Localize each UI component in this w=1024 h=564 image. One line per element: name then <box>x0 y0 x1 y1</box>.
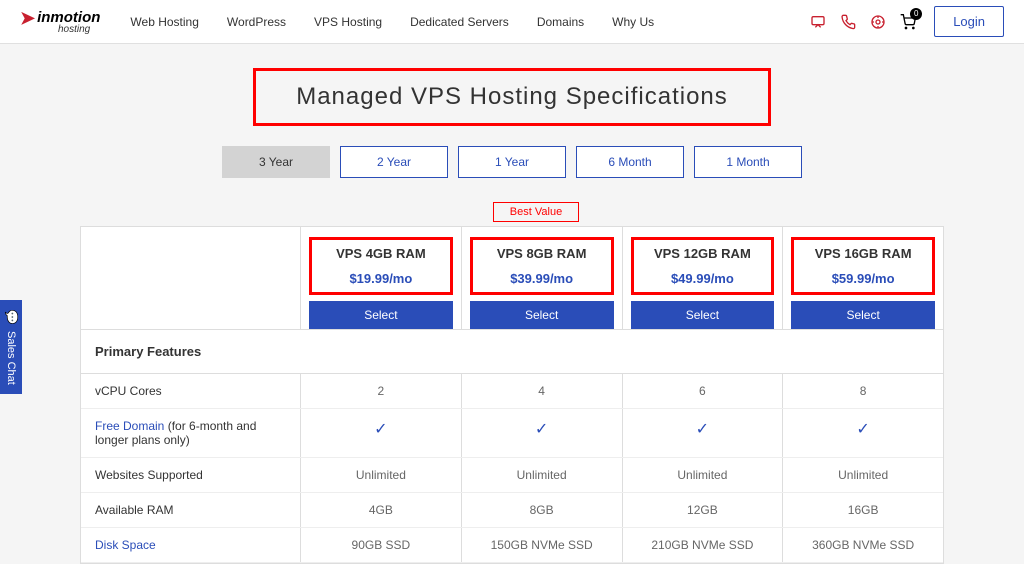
select-button-4gb[interactable]: Select <box>309 301 453 329</box>
cart-badge: 0 <box>910 8 922 20</box>
feature-label-vcpu: vCPU Cores <box>81 374 301 408</box>
check-icon: ✓ <box>856 421 869 438</box>
feature-value: ✓ <box>783 409 943 457</box>
feature-label-disk: Disk Space <box>81 528 301 562</box>
plan-box-12gb: VPS 12GB RAM $49.99/mo <box>631 237 775 295</box>
logo-main-text: inmotion <box>37 10 100 25</box>
feature-value: 16GB <box>783 493 943 527</box>
feature-value: ✓ <box>623 409 784 457</box>
check-icon: ✓ <box>374 421 387 438</box>
feature-row-vcpu: vCPU Cores 2 4 6 8 <box>81 374 943 409</box>
feature-value: 8GB <box>462 493 623 527</box>
logo[interactable]: ➤ inmotion hosting <box>20 9 100 35</box>
feature-value: 8 <box>783 374 943 408</box>
plan-label-spacer <box>81 227 301 329</box>
feature-value: Unlimited <box>301 458 462 492</box>
feature-value: Unlimited <box>783 458 943 492</box>
feature-value: Unlimited <box>623 458 784 492</box>
sales-chat-label: Sales Chat <box>5 331 17 385</box>
best-value-badge: Best Value <box>493 202 579 222</box>
page-title: Managed VPS Hosting Specifications <box>296 83 728 111</box>
term-tab-3year[interactable]: 3 Year <box>222 146 330 178</box>
term-tab-2year[interactable]: 2 Year <box>340 146 448 178</box>
feature-value: ✓ <box>462 409 623 457</box>
feature-value: ✓ <box>301 409 462 457</box>
phone-icon[interactable] <box>840 14 856 30</box>
free-domain-link[interactable]: Free Domain <box>95 419 164 433</box>
select-button-16gb[interactable]: Select <box>791 301 935 329</box>
plan-headers-row: VPS 4GB RAM $19.99/mo Select VPS 8GB RAM… <box>81 227 943 329</box>
plan-name-12gb: VPS 12GB RAM <box>644 246 762 261</box>
cart-icon[interactable]: 0 <box>900 14 916 30</box>
term-tab-6month[interactable]: 6 Month <box>576 146 684 178</box>
plan-price-4gb: $19.99/mo <box>322 271 440 286</box>
site-header: ➤ inmotion hosting Web Hosting WordPress… <box>0 0 1024 44</box>
best-value-row: Best Value <box>0 202 1024 222</box>
feature-value: 2 <box>301 374 462 408</box>
disk-space-link[interactable]: Disk Space <box>95 538 156 552</box>
plan-box-4gb: VPS 4GB RAM $19.99/mo <box>309 237 453 295</box>
plan-col-4gb: VPS 4GB RAM $19.99/mo Select <box>301 227 462 329</box>
feature-row-free-domain: Free Domain (for 6-month and longer plan… <box>81 409 943 458</box>
feature-row-ram: Available RAM 4GB 8GB 12GB 16GB <box>81 493 943 528</box>
chat-bubble-icon: 💬 <box>4 310 19 324</box>
plan-col-16gb: VPS 16GB RAM $59.99/mo Select <box>783 227 943 329</box>
logo-arrow-icon: ➤ <box>20 9 35 27</box>
check-icon: ✓ <box>535 421 548 438</box>
term-tab-1month[interactable]: 1 Month <box>694 146 802 178</box>
nav-why-us[interactable]: Why Us <box>612 15 654 29</box>
feature-value: 6 <box>623 374 784 408</box>
feature-value: 150GB NVMe SSD <box>462 528 623 562</box>
term-tabs: 3 Year 2 Year 1 Year 6 Month 1 Month <box>0 146 1024 178</box>
pricing-table: VPS 4GB RAM $19.99/mo Select VPS 8GB RAM… <box>80 226 944 564</box>
chat-icon[interactable] <box>810 14 826 30</box>
feature-value: 12GB <box>623 493 784 527</box>
nav-vps-hosting[interactable]: VPS Hosting <box>314 15 382 29</box>
feature-row-disk: Disk Space 90GB SSD 150GB NVMe SSD 210GB… <box>81 528 943 563</box>
sales-chat-tab[interactable]: 💬 Sales Chat <box>0 300 22 394</box>
main-nav: Web Hosting WordPress VPS Hosting Dedica… <box>130 15 810 29</box>
feature-value: 4GB <box>301 493 462 527</box>
nav-web-hosting[interactable]: Web Hosting <box>130 15 198 29</box>
features-header: Primary Features <box>81 329 943 374</box>
plan-name-16gb: VPS 16GB RAM <box>804 246 922 261</box>
nav-domains[interactable]: Domains <box>537 15 584 29</box>
feature-label-ram: Available RAM <box>81 493 301 527</box>
feature-label-free-domain: Free Domain (for 6-month and longer plan… <box>81 409 301 457</box>
plan-box-16gb: VPS 16GB RAM $59.99/mo <box>791 237 935 295</box>
plan-col-12gb: VPS 12GB RAM $49.99/mo Select <box>623 227 784 329</box>
feature-value: Unlimited <box>462 458 623 492</box>
plan-price-8gb: $39.99/mo <box>483 271 601 286</box>
logo-sub-text: hosting <box>58 25 100 35</box>
login-button[interactable]: Login <box>934 6 1004 37</box>
support-icon[interactable] <box>870 14 886 30</box>
header-icons: 0 <box>810 14 916 30</box>
feature-value: 210GB NVMe SSD <box>623 528 784 562</box>
feature-label-websites: Websites Supported <box>81 458 301 492</box>
feature-row-websites: Websites Supported Unlimited Unlimited U… <box>81 458 943 493</box>
feature-value: 90GB SSD <box>301 528 462 562</box>
select-button-8gb[interactable]: Select <box>470 301 614 329</box>
plan-box-8gb: VPS 8GB RAM $39.99/mo <box>470 237 614 295</box>
plan-col-8gb: VPS 8GB RAM $39.99/mo Select <box>462 227 623 329</box>
nav-dedicated-servers[interactable]: Dedicated Servers <box>410 15 509 29</box>
feature-value: 360GB NVMe SSD <box>783 528 943 562</box>
plan-price-16gb: $59.99/mo <box>804 271 922 286</box>
page-title-wrap: Managed VPS Hosting Specifications <box>0 68 1024 126</box>
nav-wordpress[interactable]: WordPress <box>227 15 286 29</box>
page-title-highlight: Managed VPS Hosting Specifications <box>253 68 771 126</box>
plan-name-4gb: VPS 4GB RAM <box>322 246 440 261</box>
plan-name-8gb: VPS 8GB RAM <box>483 246 601 261</box>
check-icon: ✓ <box>696 421 709 438</box>
feature-value: 4 <box>462 374 623 408</box>
plan-price-12gb: $49.99/mo <box>644 271 762 286</box>
term-tab-1year[interactable]: 1 Year <box>458 146 566 178</box>
select-button-12gb[interactable]: Select <box>631 301 775 329</box>
